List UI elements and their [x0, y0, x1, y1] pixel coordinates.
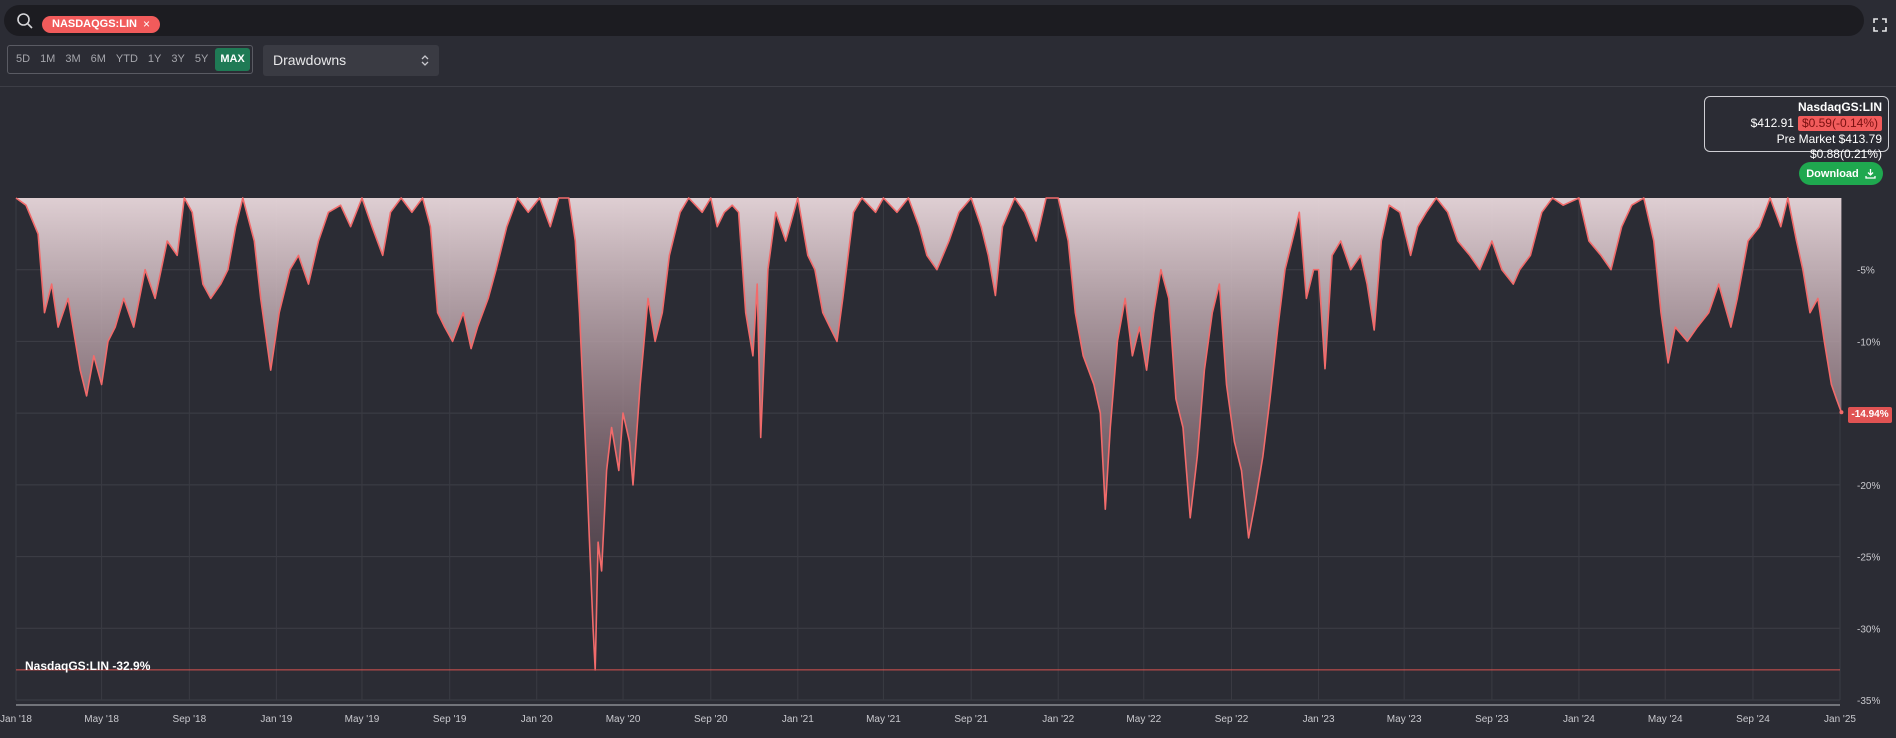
x-tick-label: May '22	[1126, 714, 1161, 725]
quote-panel: NasdaqGS:LIN $412.91 $0.59(-0.14%) Pre M…	[1704, 96, 1889, 161]
download-icon	[1865, 169, 1876, 179]
download-button[interactable]: Download	[1799, 162, 1883, 185]
x-tick-label: May '23	[1387, 714, 1422, 725]
x-tick-label: Jan '24	[1563, 714, 1595, 725]
download-label: Download	[1806, 167, 1859, 180]
y-tick-label: -10%	[1857, 337, 1880, 348]
quote-price: $412.91	[1750, 116, 1794, 130]
min-drawdown-label: NasdaqGS:LIN -32.9%	[25, 659, 151, 673]
last-point-marker	[1839, 410, 1844, 415]
x-tick-label: Jan '23	[1303, 714, 1335, 725]
y-tick-label: -35%	[1857, 696, 1880, 707]
drawdown-chart[interactable]: -5%-10%-15%-20%-25%-30%-35%Jan '18May '1…	[0, 0, 1896, 738]
x-tick-label: Jan '19	[260, 714, 292, 725]
x-tick-label: May '18	[84, 714, 119, 725]
x-tick-label: Sep '23	[1475, 714, 1509, 725]
x-tick-label: May '21	[866, 714, 901, 725]
y-tick-label: -5%	[1857, 266, 1875, 277]
last-value-badge: -14.94%	[1848, 407, 1892, 423]
x-tick-label: May '19	[345, 714, 380, 725]
y-tick-label: -25%	[1857, 553, 1880, 564]
premarket-quote: Pre Market $413.79 $0.88(0.21%)	[1776, 132, 1882, 161]
x-tick-label: Sep '21	[954, 714, 988, 725]
x-tick-label: Sep '18	[173, 714, 207, 725]
x-tick-label: Jan '21	[782, 714, 814, 725]
x-tick-label: May '24	[1648, 714, 1683, 725]
y-tick-label: -30%	[1857, 624, 1880, 635]
quote-symbol: NasdaqGS:LIN	[1797, 100, 1882, 114]
x-tick-label: May '20	[606, 714, 641, 725]
y-tick-label: -20%	[1857, 481, 1880, 492]
x-tick-label: Sep '19	[433, 714, 467, 725]
x-tick-label: Jan '25	[1824, 714, 1856, 725]
drawdown-line	[15, 197, 1843, 671]
x-tick-label: Sep '24	[1736, 714, 1770, 725]
x-tick-label: Sep '22	[1215, 714, 1249, 725]
x-tick-label: Jan '20	[521, 714, 553, 725]
x-tick-label: Jan '22	[1042, 714, 1074, 725]
x-tick-label: Sep '20	[694, 714, 728, 725]
x-tick-label: Jan '18	[0, 714, 32, 725]
quote-change-badge: $0.59(-0.14%)	[1797, 115, 1882, 131]
